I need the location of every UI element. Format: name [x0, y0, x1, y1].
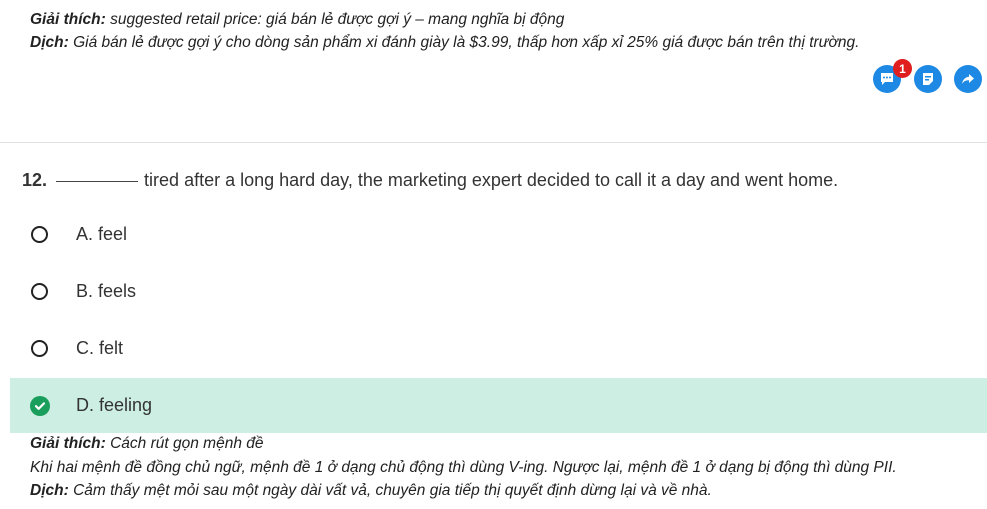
giai-thich-line: Giải thích: Cách rút gọn mệnh đề [30, 432, 897, 456]
option-label: C. felt [76, 338, 124, 358]
share-button[interactable] [954, 65, 982, 93]
prev-giai-thich-text: suggested retail price: giá bán lẻ được … [110, 11, 565, 28]
comment-icon [881, 73, 893, 85]
check-circle-icon [30, 395, 50, 416]
giai-thich-label: Giải thích: [30, 435, 106, 452]
option-d[interactable]: D. feeling [10, 378, 987, 433]
prev-translation-line: Dịch: Giá bán lẻ được gợi ý cho dòng sản… [30, 31, 859, 54]
radio-button[interactable] [31, 283, 48, 300]
dich-text: Cảm thấy mệt mỏi sau một ngày dài vất vả… [73, 482, 712, 499]
radio-button[interactable] [31, 340, 48, 357]
section-divider [0, 142, 987, 143]
question-text: tired after a long hard day, the marketi… [144, 170, 839, 190]
option-label: D. feeling [76, 395, 153, 415]
option-b[interactable]: B. feels [10, 264, 987, 319]
option-label: A. feel [76, 224, 128, 244]
giai-thich-text: Cách rút gọn mệnh đề [110, 435, 264, 452]
prev-explanation-line: Giải thích: suggested retail price: giá … [30, 8, 859, 31]
prev-dich-label: Dịch: [30, 34, 69, 51]
comment-button[interactable]: 1 [873, 59, 912, 93]
radio-button[interactable] [31, 226, 48, 243]
share-icon [962, 74, 974, 84]
answer-explanation: Giải thích: Cách rút gọn mệnh đề Khi hai… [30, 432, 897, 503]
previous-explanation: Giải thích: suggested retail price: giá … [30, 8, 859, 54]
option-label: B. feels [76, 281, 137, 301]
question-number: 12. [22, 170, 48, 190]
question-12: 12. tired after a long hard day, the mar… [22, 168, 838, 192]
explanation-detail: Khi hai mệnh đề đồng chủ ngữ, mệnh đề 1 … [30, 458, 897, 476]
note-icon [923, 73, 933, 85]
answer-blank [56, 181, 139, 182]
option-a[interactable]: A. feel [10, 207, 987, 262]
translation-line: Dịch: Cảm thấy mệt mỏi sau một ngày dài … [30, 479, 897, 503]
note-button[interactable] [914, 65, 942, 93]
dich-label: Dịch: [30, 482, 69, 499]
notification-badge: 1 [893, 59, 912, 78]
option-c[interactable]: C. felt [10, 321, 987, 376]
prev-dich-text: Giá bán lẻ được gợi ý cho dòng sản phẩm … [73, 34, 860, 51]
prev-giai-thich-label: Giải thích: [30, 11, 106, 28]
action-icons: 1 [857, 59, 987, 95]
